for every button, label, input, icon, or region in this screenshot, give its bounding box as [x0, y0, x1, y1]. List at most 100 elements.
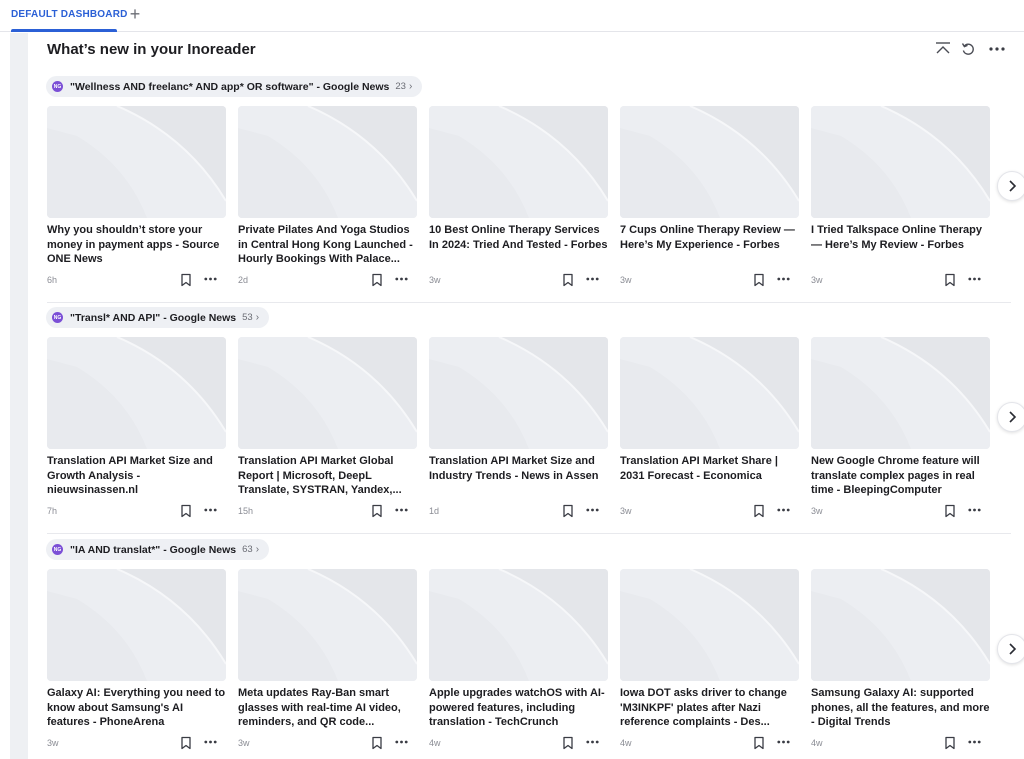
article-card[interactable]: 7 Cups Online Therapy Review — Here’s My…	[620, 106, 799, 302]
article-title[interactable]: Iowa DOT asks driver to change 'M3INKPF'…	[620, 686, 799, 730]
article-thumbnail-placeholder[interactable]	[47, 337, 226, 449]
article-title[interactable]: Private Pilates And Yoga Studios in Cent…	[238, 223, 417, 267]
more-horizontal-icon[interactable]	[777, 269, 790, 284]
article-thumbnail-placeholder[interactable]	[429, 569, 608, 681]
bookmark-icon[interactable]	[562, 504, 574, 518]
widget-title: What’s new in your Inoreader	[47, 41, 256, 58]
article-age: 2d	[238, 275, 249, 285]
bookmark-icon[interactable]	[944, 504, 956, 518]
article-thumbnail-placeholder[interactable]	[620, 569, 799, 681]
article-title[interactable]: Apple upgrades watchOS with AI-powered f…	[429, 686, 608, 730]
article-title[interactable]: Translation API Market Size and Growth A…	[47, 454, 226, 498]
next-articles-button[interactable]	[997, 634, 1024, 664]
more-horizontal-icon[interactable]	[586, 269, 599, 284]
more-horizontal-icon[interactable]	[204, 500, 217, 515]
article-age: 1d	[429, 506, 440, 516]
article-age: 3w	[429, 275, 441, 285]
bookmark-icon[interactable]	[180, 736, 192, 750]
article-thumbnail-placeholder[interactable]	[620, 337, 799, 449]
bookmark-icon[interactable]	[753, 273, 765, 287]
article-age: 3w	[811, 275, 823, 285]
more-horizontal-icon[interactable]	[968, 732, 981, 747]
article-thumbnail-placeholder[interactable]	[811, 337, 990, 449]
article-card[interactable]: Translation API Market Size and Industry…	[429, 337, 608, 533]
article-title[interactable]: New Google Chrome feature will translate…	[811, 454, 990, 498]
article-title[interactable]: Meta updates Ray-Ban smart glasses with …	[238, 686, 417, 730]
more-horizontal-icon[interactable]	[586, 500, 599, 515]
article-title[interactable]: I Tried Talkspace Online Therapy — Here’…	[811, 223, 990, 252]
bookmark-icon[interactable]	[562, 736, 574, 750]
article-title[interactable]: Translation API Market Share | 2031 Fore…	[620, 454, 799, 483]
feed-unread-count: 63	[242, 544, 253, 555]
dashboard-tabbar: DEFAULT DASHBOARD +	[0, 0, 1024, 32]
feed-unread-count: 23	[395, 81, 406, 92]
article-thumbnail-placeholder[interactable]	[811, 106, 990, 218]
article-card[interactable]: Apple upgrades watchOS with AI-powered f…	[429, 569, 608, 759]
article-thumbnail-placeholder[interactable]	[811, 569, 990, 681]
article-title[interactable]: 7 Cups Online Therapy Review — Here’s My…	[620, 223, 799, 252]
bookmark-icon[interactable]	[562, 273, 574, 287]
bookmark-icon[interactable]	[944, 736, 956, 750]
feed-chip[interactable]: NG "Transl* AND API" - Google News 53 ›	[46, 307, 270, 328]
bookmark-icon[interactable]	[944, 273, 956, 287]
refresh-icon[interactable]	[958, 39, 978, 59]
article-card[interactable]: Iowa DOT asks driver to change 'M3INKPF'…	[620, 569, 799, 759]
article-title[interactable]: 10 Best Online Therapy Services In 2024:…	[429, 223, 608, 252]
more-horizontal-icon[interactable]	[777, 732, 790, 747]
feed-avatar: NG	[52, 81, 63, 92]
article-thumbnail-placeholder[interactable]	[238, 569, 417, 681]
article-age: 3w	[620, 275, 632, 285]
article-title[interactable]: Samsung Galaxy AI: supported phones, all…	[811, 686, 990, 730]
article-age: 15h	[238, 506, 254, 516]
feed-chip[interactable]: NG "IA AND translat*" - Google News 63 ›	[46, 539, 270, 560]
more-horizontal-icon[interactable]	[395, 732, 408, 747]
article-card[interactable]: Translation API Market Size and Growth A…	[47, 337, 226, 533]
article-card[interactable]: Translation API Market Share | 2031 Fore…	[620, 337, 799, 533]
article-title[interactable]: Why you shouldn’t store your money in pa…	[47, 223, 226, 267]
feed-name: "Transl* AND API" - Google News	[70, 311, 237, 324]
more-horizontal-icon[interactable]	[204, 732, 217, 747]
article-age: 4w	[811, 738, 823, 748]
article-title[interactable]: Galaxy AI: Everything you need to know a…	[47, 686, 226, 730]
tab-default-dashboard[interactable]: DEFAULT DASHBOARD	[11, 0, 128, 32]
bookmark-icon[interactable]	[371, 504, 383, 518]
article-age: 4w	[429, 738, 441, 748]
bookmark-icon[interactable]	[180, 273, 192, 287]
more-horizontal-icon[interactable]	[395, 269, 408, 284]
article-thumbnail-placeholder[interactable]	[238, 337, 417, 449]
article-thumbnail-placeholder[interactable]	[429, 106, 608, 218]
article-thumbnail-placeholder[interactable]	[238, 106, 417, 218]
bookmark-icon[interactable]	[753, 736, 765, 750]
more-horizontal-icon[interactable]	[968, 500, 981, 515]
feed-chip[interactable]: NG "Wellness AND freelanc* AND app* OR so…	[46, 76, 423, 97]
more-horizontal-icon[interactable]	[586, 732, 599, 747]
article-thumbnail-placeholder[interactable]	[47, 569, 226, 681]
article-card[interactable]: Galaxy AI: Everything you need to know a…	[47, 569, 226, 759]
next-articles-button[interactable]	[997, 402, 1024, 432]
article-card[interactable]: Meta updates Ray-Ban smart glasses with …	[238, 569, 417, 759]
more-horizontal-icon[interactable]	[777, 500, 790, 515]
article-title[interactable]: Translation API Market Size and Industry…	[429, 454, 608, 483]
article-card[interactable]: 10 Best Online Therapy Services In 2024:…	[429, 106, 608, 302]
collapse-up-icon[interactable]	[933, 39, 953, 59]
add-tab-button[interactable]: +	[127, 5, 143, 23]
more-horizontal-icon[interactable]	[204, 269, 217, 284]
article-thumbnail-placeholder[interactable]	[47, 106, 226, 218]
article-card[interactable]: Translation API Market Global Report | M…	[238, 337, 417, 533]
article-thumbnail-placeholder[interactable]	[429, 337, 608, 449]
article-thumbnail-placeholder[interactable]	[620, 106, 799, 218]
article-card[interactable]: Samsung Galaxy AI: supported phones, all…	[811, 569, 990, 759]
bookmark-icon[interactable]	[180, 504, 192, 518]
bookmark-icon[interactable]	[753, 504, 765, 518]
article-card[interactable]: Private Pilates And Yoga Studios in Cent…	[238, 106, 417, 302]
more-horizontal-icon[interactable]	[395, 500, 408, 515]
next-articles-button[interactable]	[997, 171, 1024, 201]
article-card[interactable]: I Tried Talkspace Online Therapy — Here’…	[811, 106, 990, 302]
article-title[interactable]: Translation API Market Global Report | M…	[238, 454, 417, 498]
article-card[interactable]: New Google Chrome feature will translate…	[811, 337, 990, 533]
more-horizontal-icon[interactable]	[987, 39, 1007, 59]
more-horizontal-icon[interactable]	[968, 269, 981, 284]
bookmark-icon[interactable]	[371, 273, 383, 287]
article-card[interactable]: Why you shouldn’t store your money in pa…	[47, 106, 226, 302]
bookmark-icon[interactable]	[371, 736, 383, 750]
